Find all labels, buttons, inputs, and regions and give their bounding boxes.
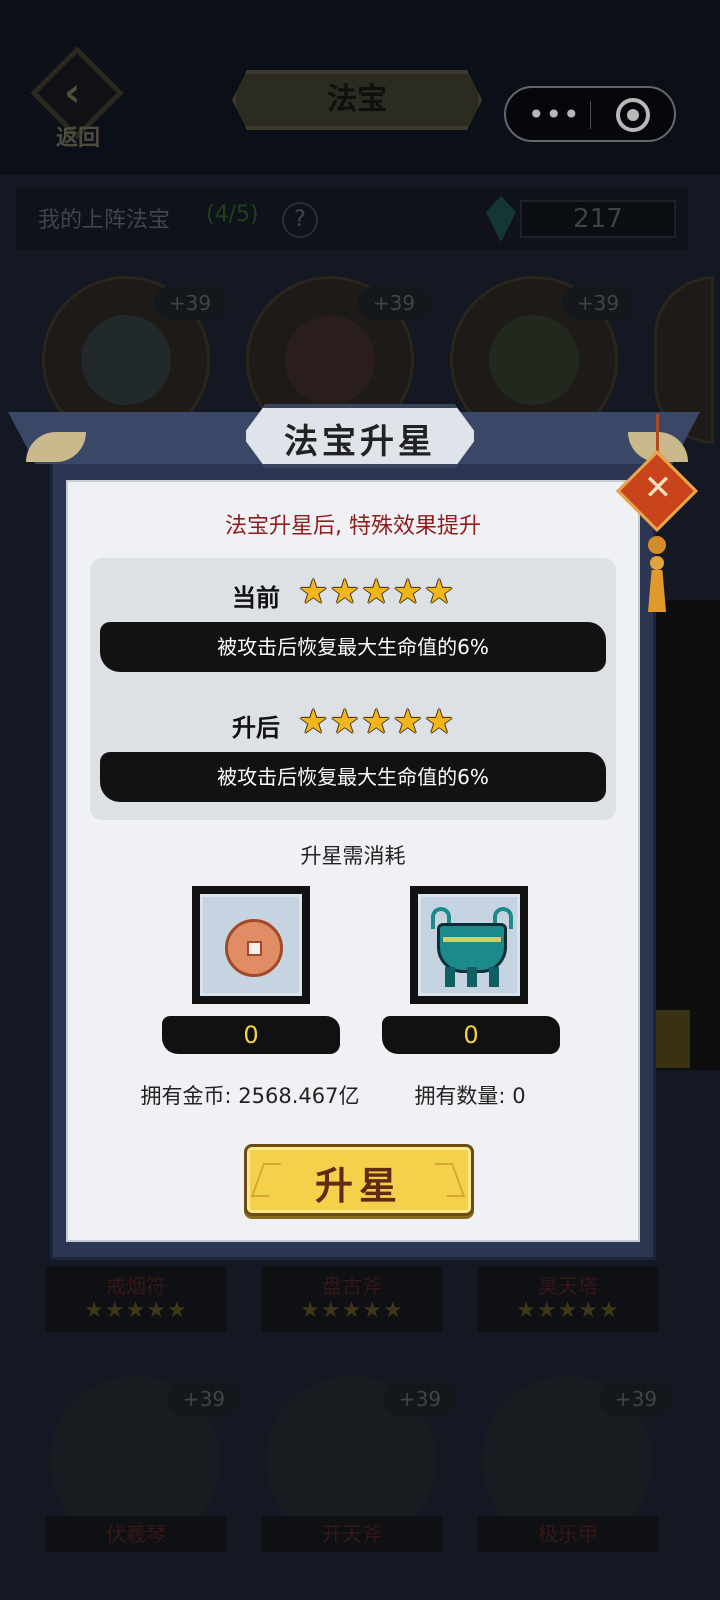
after-effect: 被攻击后恢复最大生命值的6%: [100, 752, 606, 802]
ding-leg: [467, 967, 477, 987]
coin-cost-count: 0: [162, 1016, 340, 1054]
owned-coins: 拥有金币: 2568.467亿: [140, 1084, 360, 1108]
after-label: 升后: [232, 713, 280, 742]
current-star-rating: ★★★★★: [298, 572, 456, 612]
coin-cost-item[interactable]: [192, 886, 310, 1004]
close-icon[interactable]: ✕: [640, 468, 676, 508]
owned-items: 拥有数量: 0: [414, 1084, 526, 1108]
bronze-ding-icon: [437, 923, 507, 973]
copper-coin-icon: [225, 919, 283, 977]
ding-leg: [489, 967, 499, 987]
upgrade-star-button[interactable]: 升星: [244, 1144, 474, 1216]
coin-hole: [247, 941, 262, 956]
upgrade-star-label: 升星: [314, 1163, 403, 1208]
ding-band: [443, 937, 501, 942]
modal-title: 法宝升星: [284, 422, 436, 462]
ding-leg: [445, 967, 455, 987]
current-effect: 被攻击后恢复最大生命值的6%: [100, 622, 606, 672]
tassel-knot: [648, 536, 666, 554]
after-star-rating: ★★★★★: [298, 702, 456, 742]
ding-cost-count: 0: [382, 1016, 560, 1054]
ding-cost-item[interactable]: [410, 886, 528, 1004]
modal-title-banner: 法宝升星: [242, 404, 478, 468]
effect-title: 法宝升星后, 特殊效果提升: [225, 514, 481, 539]
cost-title: 升星需消耗: [300, 844, 406, 868]
current-label: 当前: [232, 583, 280, 612]
tassel-bead: [650, 556, 664, 570]
